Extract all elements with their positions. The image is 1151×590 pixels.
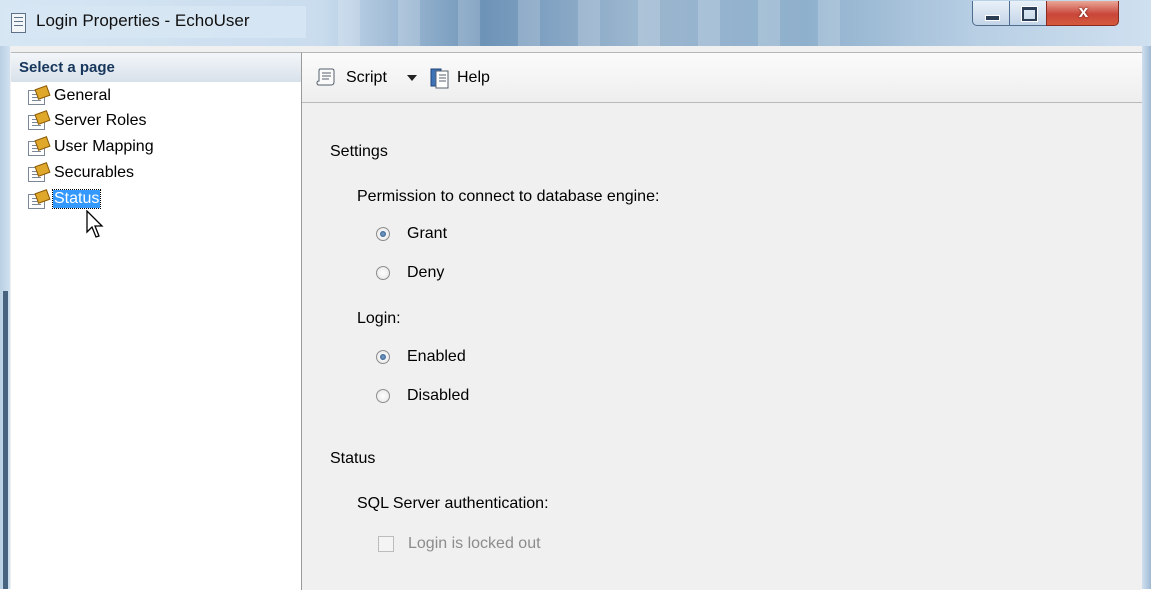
disabled-label: Disabled	[407, 387, 470, 404]
maximize-icon	[1021, 6, 1038, 22]
close-button[interactable]: x	[1046, 1, 1119, 26]
mouse-cursor-icon	[86, 210, 104, 238]
page-wand-icon	[27, 85, 51, 105]
sql-auth-label: SQL Server authentication:	[357, 495, 549, 512]
window-controls: x	[972, 1, 1119, 26]
title-bar[interactable]: Login Properties - EchoUser x	[0, 0, 1151, 46]
help-label: Help	[457, 69, 490, 86]
page-selector-title: Select a page	[19, 59, 115, 76]
title-bar-background	[300, 0, 860, 46]
grant-label: Grant	[407, 225, 448, 242]
page-wand-icon	[27, 162, 51, 182]
page-selector-panel: Select a page General Server Roles User …	[11, 52, 302, 590]
locked-out-label: Login is locked out	[408, 535, 541, 552]
script-button[interactable]: Script	[302, 67, 427, 91]
page-wand-icon	[27, 136, 51, 156]
settings-section-title: Settings	[330, 143, 388, 160]
enabled-label: Enabled	[407, 348, 466, 365]
page-wand-icon	[27, 110, 51, 130]
login-label: Login:	[357, 310, 401, 327]
script-label: Script	[346, 69, 387, 86]
page-item-label: Securables	[54, 164, 135, 181]
toolbar: Script Help	[302, 53, 1142, 103]
grant-radio[interactable]	[376, 227, 390, 241]
app-window-icon[interactable]	[11, 13, 26, 33]
page-item-label: Status	[51, 189, 102, 209]
page-item-label: User Mapping	[54, 138, 154, 155]
script-icon	[316, 68, 335, 86]
page-wand-icon	[27, 189, 51, 209]
page-item-label: General	[54, 87, 111, 104]
close-icon: x	[1078, 2, 1089, 21]
minimize-button[interactable]	[972, 1, 1010, 26]
locked-out-checkbox	[378, 536, 394, 552]
window-frame-right	[1142, 46, 1151, 589]
status-section-title: Status	[330, 450, 376, 467]
help-button[interactable]: Help	[424, 67, 504, 91]
window-title: Login Properties - EchoUser	[36, 11, 250, 30]
help-icon	[430, 68, 449, 89]
permission-label: Permission to connect to database engine…	[357, 188, 660, 205]
settings-content: Settings Permission to connect to databa…	[302, 103, 1142, 590]
enabled-radio[interactable]	[376, 350, 390, 364]
window-frame-left	[0, 46, 10, 589]
maximize-button[interactable]	[1009, 1, 1047, 26]
minimize-icon	[985, 15, 1000, 21]
page-selector-header: Select a page	[11, 53, 301, 82]
deny-label: Deny	[407, 264, 445, 281]
deny-radio[interactable]	[376, 266, 390, 280]
disabled-radio[interactable]	[376, 389, 390, 403]
chevron-down-icon[interactable]	[407, 75, 417, 81]
page-item-label: Server Roles	[54, 112, 147, 129]
properties-panel: Script Help Settings Permission to conne…	[302, 52, 1142, 590]
